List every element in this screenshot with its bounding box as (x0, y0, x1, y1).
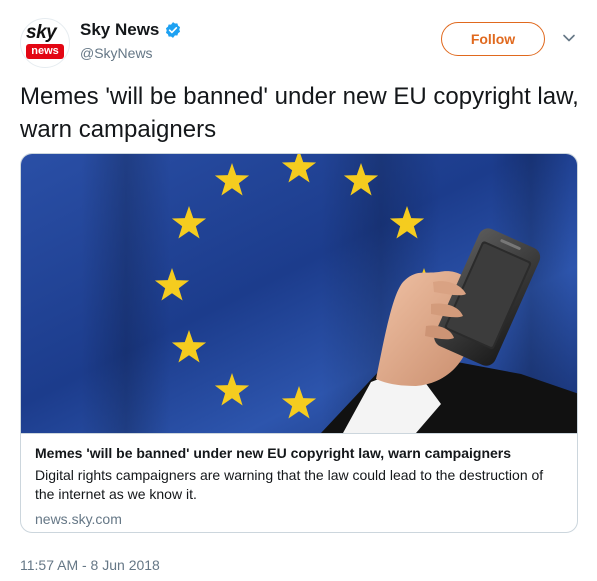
avatar-logo-news: news (26, 44, 64, 59)
card-title[interactable]: Memes 'will be banned' under new EU copy… (35, 444, 563, 463)
tweet: sky news Sky News @SkyNews Follow Memes … (0, 0, 597, 581)
avatar-logo-sky: sky (26, 22, 57, 43)
card-image[interactable] (21, 154, 578, 433)
follow-button[interactable]: Follow (441, 22, 545, 56)
timestamp[interactable]: 11:57 AM - 8 Jun 2018 (20, 557, 160, 573)
card-domain: news.sky.com (35, 511, 122, 527)
author-name-row[interactable]: Sky News (80, 20, 182, 40)
handle[interactable]: @SkyNews (80, 45, 153, 61)
avatar[interactable]: sky news (20, 18, 70, 68)
link-card[interactable]: Memes 'will be banned' under new EU copy… (20, 153, 578, 533)
card-body[interactable]: Memes 'will be banned' under new EU copy… (21, 433, 577, 532)
verified-badge-icon (166, 22, 181, 38)
card-description: Digital rights campaigners are warning t… (35, 467, 544, 502)
chevron-down-icon[interactable] (562, 31, 576, 45)
display-name[interactable]: Sky News (80, 20, 159, 40)
tweet-text: Memes 'will be banned' under new EU copy… (20, 83, 579, 143)
